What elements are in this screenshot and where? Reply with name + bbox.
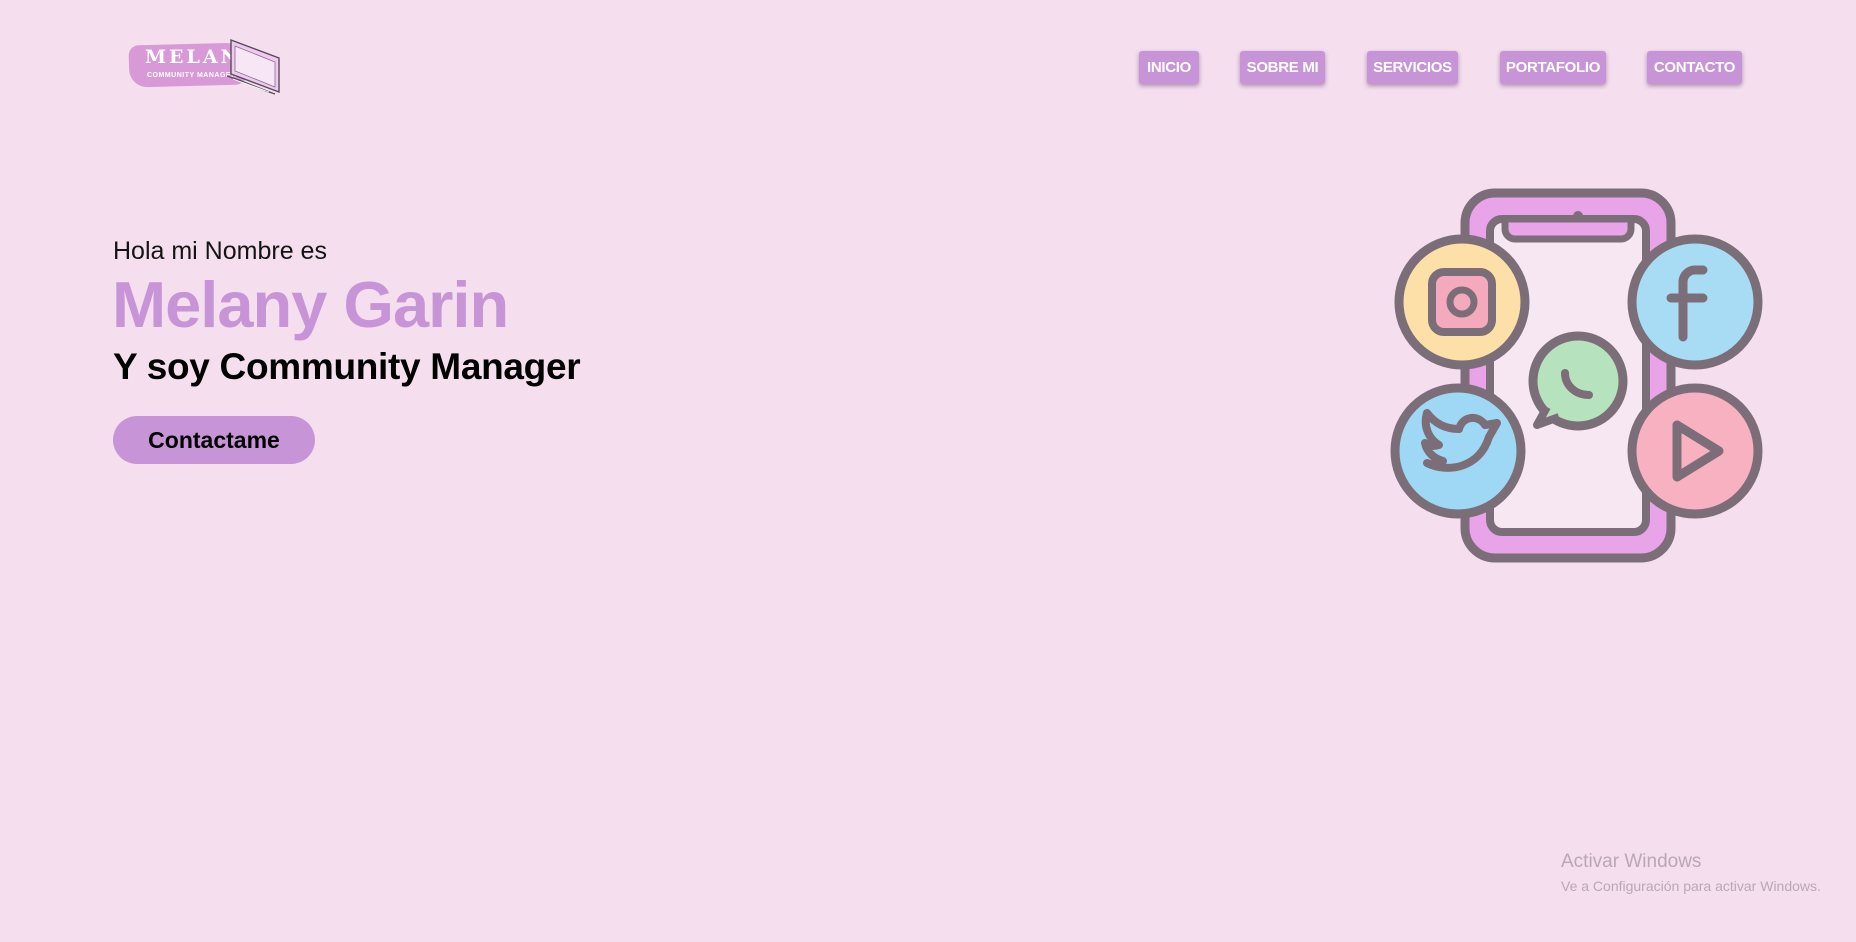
watermark-subtitle: Ve a Configuración para activar Windows. — [1561, 878, 1821, 894]
youtube-icon — [1627, 383, 1763, 519]
instagram-icon — [1394, 234, 1530, 370]
whatsapp-icon — [1528, 331, 1628, 431]
watermark-title: Activar Windows — [1561, 851, 1702, 872]
nav-sobre-mi[interactable]: SOBRE MI — [1240, 51, 1325, 84]
social-media-illustration — [1390, 188, 1763, 563]
nav-servicios[interactable]: SERVICIOS — [1367, 51, 1458, 84]
nav-inicio[interactable]: INICIO — [1139, 51, 1199, 84]
brand-logo[interactable]: MELANY COMMUNITY MANAGER — [127, 32, 287, 102]
laptop-icon — [226, 38, 280, 95]
hero-greeting: Hola mi Nombre es — [113, 237, 327, 265]
hero-name: Melany Garin — [112, 268, 509, 341]
hero-role: Y soy Community Manager — [113, 346, 581, 387]
nav-contacto[interactable]: CONTACTO — [1647, 51, 1742, 84]
logo-subtitle: COMMUNITY MANAGER — [147, 72, 237, 79]
windows-activation-watermark: Activar Windows Ve a Configuración para … — [1561, 851, 1821, 894]
facebook-icon — [1627, 234, 1763, 370]
contact-button[interactable]: Contactame — [113, 416, 315, 464]
twitter-icon — [1390, 383, 1526, 519]
nav-portafolio[interactable]: PORTAFOLIO — [1500, 51, 1606, 84]
